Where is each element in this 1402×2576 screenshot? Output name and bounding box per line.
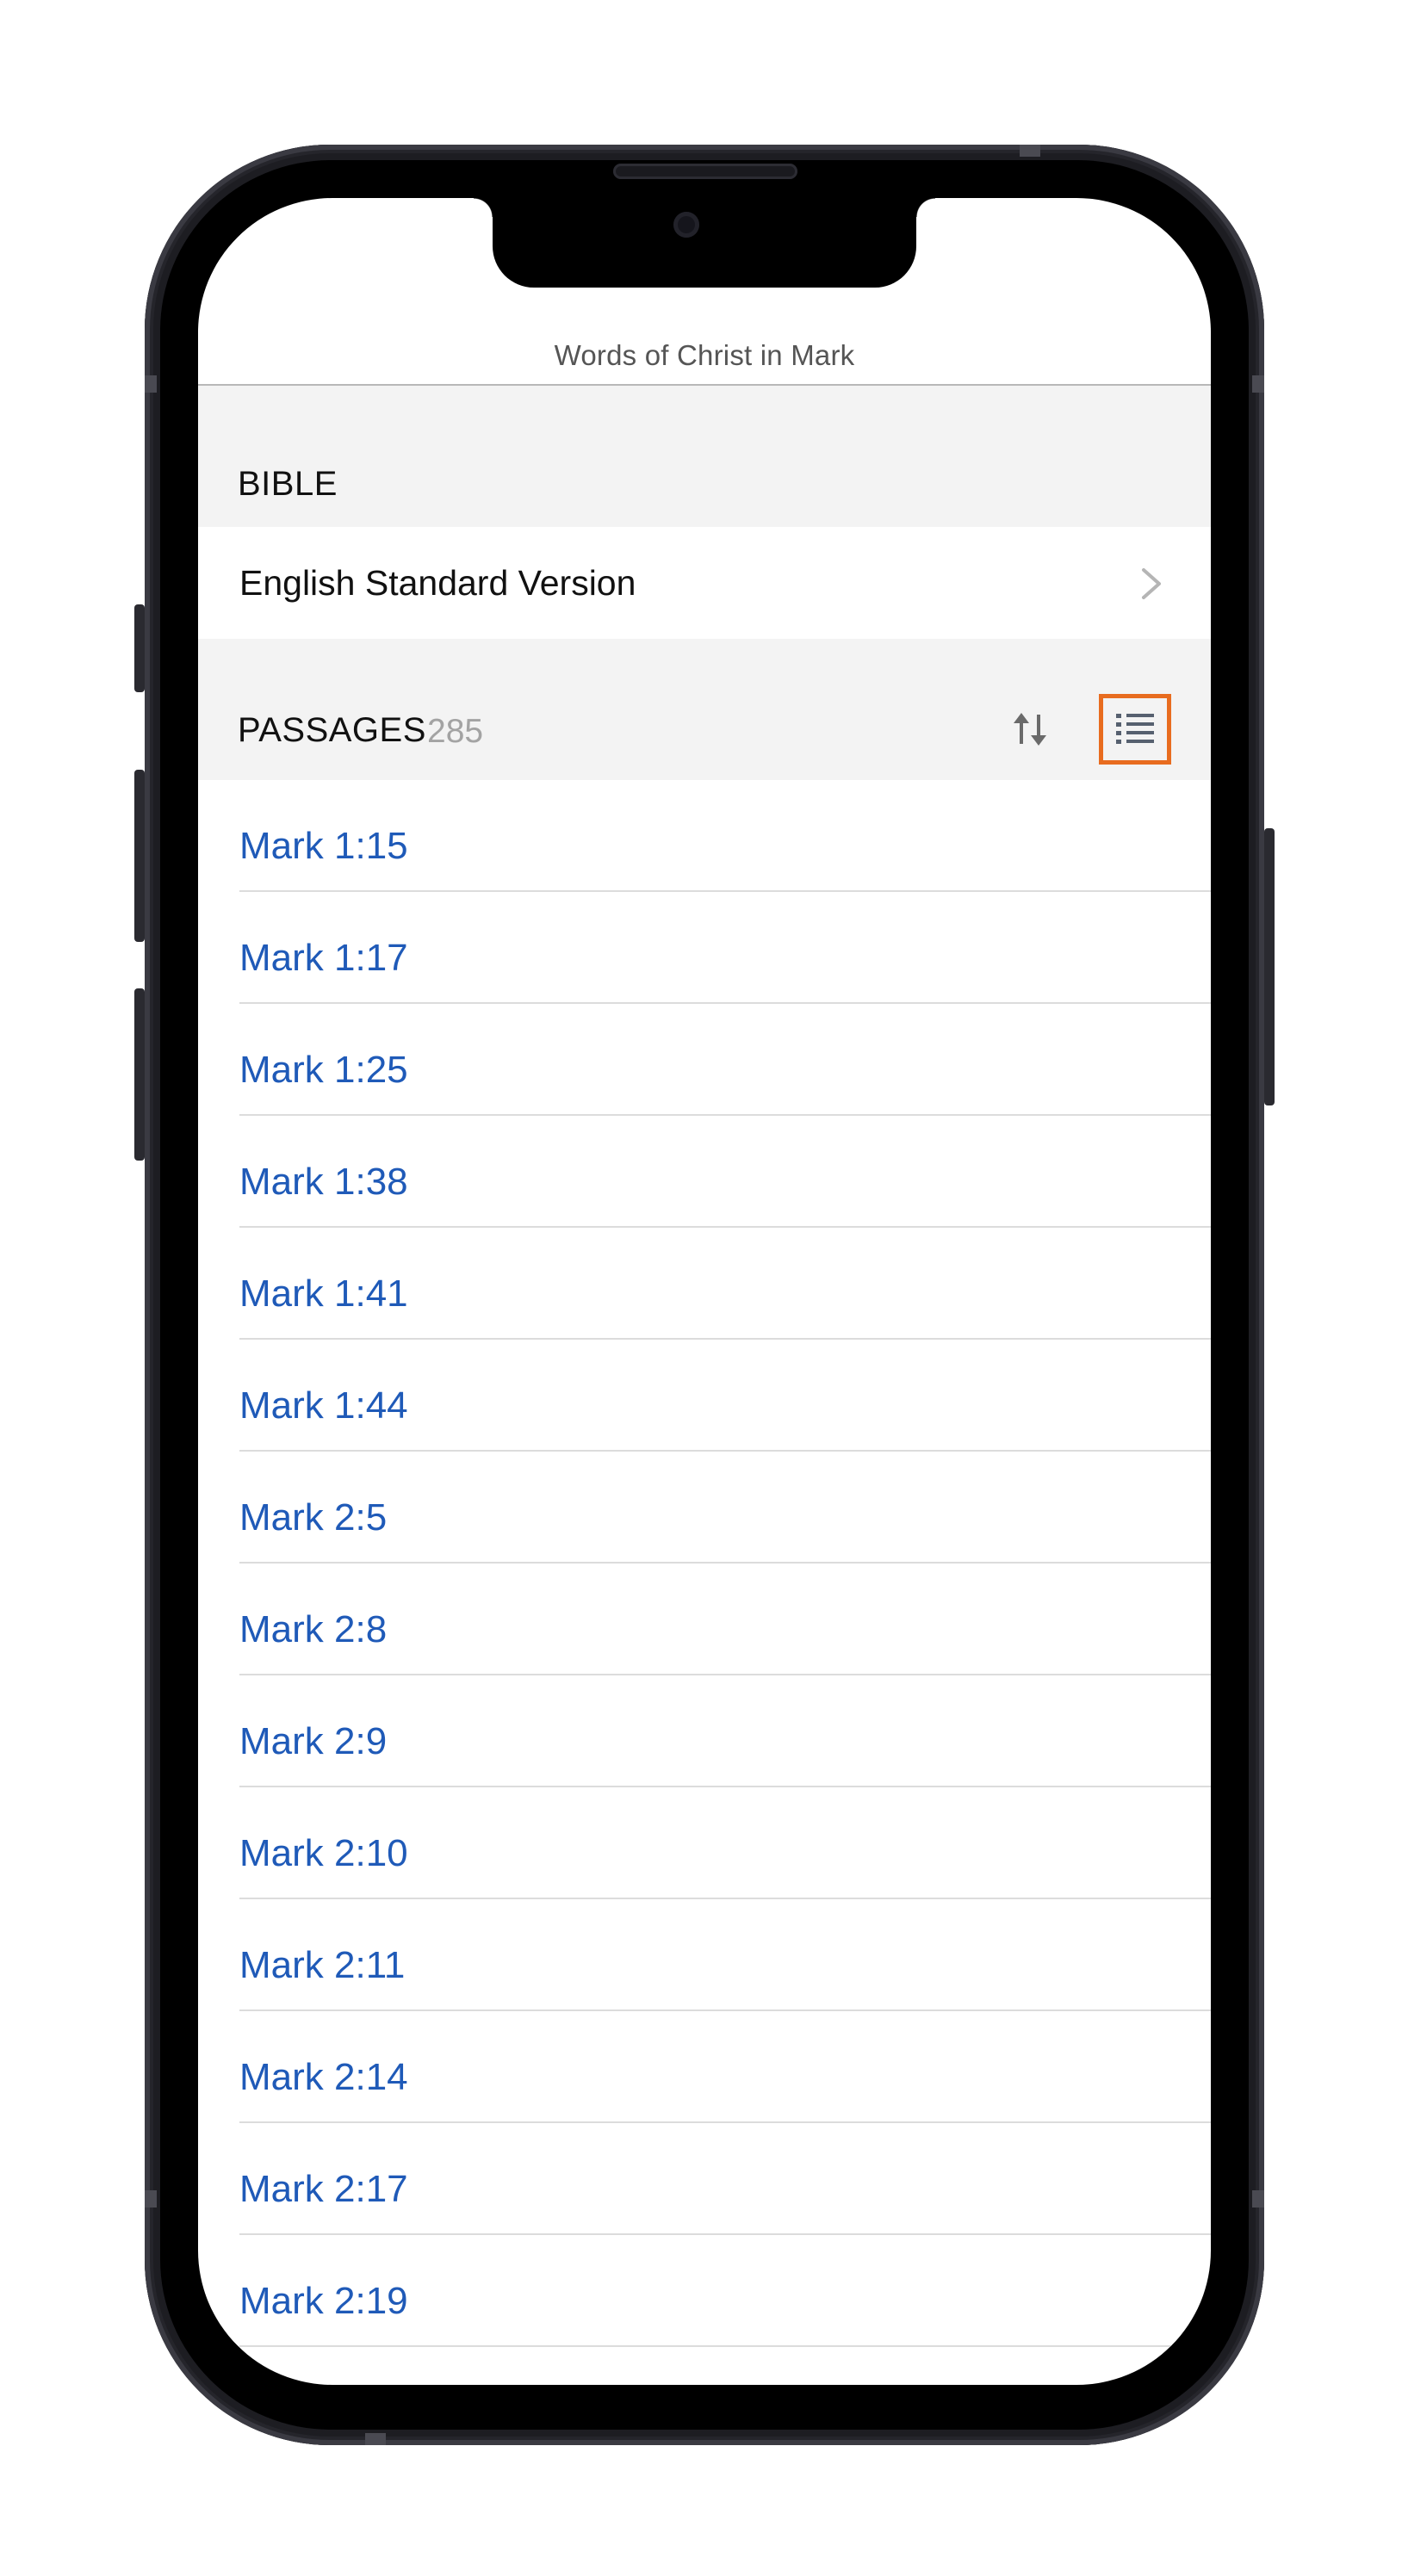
passage-link[interactable]: Mark 1:15 xyxy=(239,825,408,868)
power-button xyxy=(1264,828,1275,1105)
list-view-icon xyxy=(1116,714,1154,744)
antenna-band xyxy=(1252,2190,1264,2208)
passage-link[interactable]: Mark 1:25 xyxy=(239,1049,408,1092)
passage-link[interactable]: Mark 1:38 xyxy=(239,1161,408,1204)
passage-row[interactable]: Mark 1:44 xyxy=(239,1340,1211,1452)
volume-down-button xyxy=(134,988,145,1161)
bible-section-label: BIBLE xyxy=(238,465,338,503)
passage-link[interactable]: Mark 1:17 xyxy=(239,937,408,980)
passage-row[interactable]: Mark 2:14 xyxy=(239,2011,1211,2123)
passage-link[interactable]: Mark 2:14 xyxy=(239,2056,408,2099)
antenna-band xyxy=(1252,375,1264,393)
passage-count: 285 xyxy=(427,713,484,750)
passage-row[interactable]: Mark 2:10 xyxy=(239,1787,1211,1899)
antenna-band xyxy=(1020,145,1040,157)
antenna-band xyxy=(365,2433,386,2445)
passage-row[interactable]: Mark 2:11 xyxy=(239,1899,1211,2011)
passage-row[interactable]: Mark 1:41 xyxy=(239,1228,1211,1340)
passage-row[interactable]: Mark 2:9 xyxy=(239,1675,1211,1787)
passages-section-label: PASSAGES xyxy=(238,711,426,749)
screen: Words of Christ in Mark BIBLE English St… xyxy=(198,198,1211,2385)
passage-row[interactable]: Mark 1:17 xyxy=(239,892,1211,1004)
passage-list: Mark 1:15 Mark 1:17 Mark 1:25 Mark 1:38 Mark… xyxy=(198,780,1211,2347)
bible-version-label: English Standard Version xyxy=(239,562,636,603)
silent-switch xyxy=(134,604,145,692)
navigation-bar: Words of Christ in Mark xyxy=(198,327,1211,386)
passage-link[interactable]: Mark 2:10 xyxy=(239,1832,408,1875)
passage-row[interactable]: Mark 2:17 xyxy=(239,2123,1211,2235)
passage-row[interactable]: Mark 2:8 xyxy=(239,1564,1211,1675)
page: Words of Christ in Mark BIBLE English St… xyxy=(0,0,1402,2576)
passage-link[interactable]: Mark 2:11 xyxy=(239,1944,405,1987)
passage-link[interactable]: Mark 1:44 xyxy=(239,1384,408,1427)
notch xyxy=(474,198,935,288)
passage-row[interactable]: Mark 1:25 xyxy=(239,1004,1211,1116)
volume-up-button xyxy=(134,770,145,942)
passage-link[interactable]: Mark 2:9 xyxy=(239,1720,387,1763)
passage-row[interactable]: Mark 1:15 xyxy=(239,780,1211,892)
passage-row[interactable]: Mark 2:5 xyxy=(239,1452,1211,1564)
bible-section-header: BIBLE xyxy=(198,386,1211,527)
antenna-band xyxy=(145,2190,157,2208)
list-view-button[interactable] xyxy=(1099,694,1171,765)
passage-link[interactable]: Mark 2:8 xyxy=(239,1608,387,1651)
chevron-right-icon xyxy=(1142,568,1161,599)
front-camera-icon xyxy=(673,212,699,238)
bible-version-row[interactable]: English Standard Version xyxy=(198,527,1211,639)
passage-link[interactable]: Mark 2:5 xyxy=(239,1496,387,1539)
passages-section-header: PASSAGES 285 xyxy=(198,639,1211,780)
passage-link[interactable]: Mark 2:17 xyxy=(239,2168,408,2211)
sort-arrows-icon[interactable] xyxy=(1009,709,1051,749)
passage-link[interactable]: Mark 1:41 xyxy=(239,1273,408,1316)
passage-row[interactable]: Mark 2:19 xyxy=(239,2235,1211,2347)
earpiece-speaker xyxy=(613,164,797,179)
passage-row[interactable]: Mark 1:38 xyxy=(239,1116,1211,1228)
antenna-band xyxy=(145,375,157,393)
page-title: Words of Christ in Mark xyxy=(554,339,855,371)
passage-link[interactable]: Mark 2:19 xyxy=(239,2280,408,2323)
